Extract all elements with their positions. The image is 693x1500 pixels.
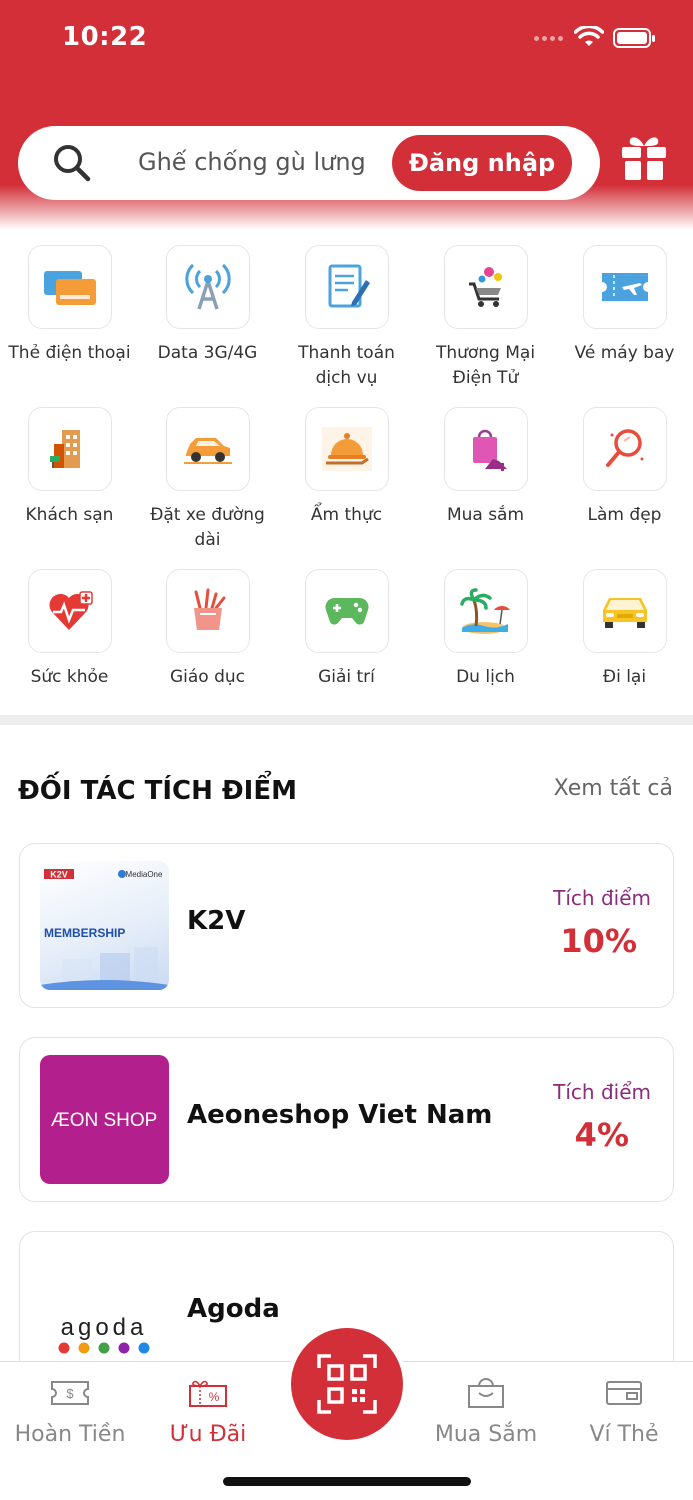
category-data[interactable]: Data 3G/4G (138, 245, 277, 366)
partner-name: Agoda (187, 1294, 280, 1324)
nav-label: Ưu Đãi (169, 1422, 247, 1447)
category-label: Khách sạn (25, 505, 114, 525)
agoda-logo-text: agoda (61, 1314, 148, 1341)
k2v-logo: K2V MediaOne MEMBERSHIP (40, 861, 169, 990)
category-car-booking[interactable]: Đặt xe đường dài (138, 407, 277, 553)
see-all-link[interactable]: Xem tất cả (554, 776, 673, 801)
car-booking-icon (165, 407, 250, 491)
home-indicator (223, 1477, 471, 1486)
signal-icon (534, 36, 566, 44)
nav-label: Mua Sắm (434, 1422, 538, 1447)
category-flight[interactable]: Vé máy bay (555, 245, 693, 366)
gift-icon[interactable] (620, 132, 668, 182)
phone-card-icon (27, 245, 112, 329)
search-bar[interactable]: Ghế chống gù lưng Đăng nhập (18, 126, 600, 200)
agoda-logo: agoda (40, 1249, 169, 1378)
mediaone-logo-text: MediaOne (126, 870, 163, 879)
category-label: Làm đẹp (587, 505, 662, 525)
category-ecommerce[interactable]: Thương Mại Điện Tử (416, 245, 555, 391)
category-bill-payment[interactable]: Thanh toán dịch vụ (277, 245, 416, 391)
shopping-bag-icon (416, 1376, 556, 1410)
beauty-mirror-icon (582, 407, 667, 491)
taxi-icon (582, 569, 667, 653)
gamepad-icon (304, 569, 389, 653)
plane-ticket-icon (582, 245, 667, 329)
category-label: Du lịch (456, 667, 515, 687)
bill-payment-icon (304, 245, 389, 329)
nav-label: Ví Thẻ (589, 1422, 659, 1447)
category-label: Đặt xe đường dài (150, 505, 265, 550)
education-icon (165, 569, 250, 653)
points-value: 10% (560, 922, 637, 960)
beach-icon (443, 569, 528, 653)
category-entertainment[interactable]: Giải trí (277, 569, 416, 690)
partner-card-k2v[interactable]: K2V MediaOne MEMBERSHIP K2V Tích điểm 10… (19, 843, 674, 1008)
category-label: Vé máy bay (574, 343, 675, 363)
partner-name: K2V (187, 906, 246, 936)
points-label: Tích điểm (553, 1080, 651, 1104)
health-heart-icon (27, 569, 112, 653)
category-health[interactable]: Sức khỏe (0, 569, 139, 690)
membership-text: MEMBERSHIP (44, 926, 125, 940)
points-value: 4% (574, 1116, 629, 1154)
status-bar: 10:22 (0, 0, 693, 80)
category-label: Data 3G/4G (157, 343, 258, 363)
shopping-bag-icon (443, 407, 528, 491)
category-label: Giải trí (318, 667, 375, 687)
wifi-icon (574, 26, 604, 46)
category-label: Sức khỏe (30, 667, 109, 687)
wallet-card-icon (554, 1376, 693, 1410)
login-button[interactable]: Đăng nhập (392, 135, 572, 191)
battery-icon (613, 28, 655, 48)
aeonshop-logo: ÆON SHOP (40, 1055, 169, 1184)
points-label: Tích điểm (553, 886, 651, 910)
voucher-icon: % (138, 1376, 278, 1410)
category-label: Mua sắm (446, 505, 525, 525)
category-travel[interactable]: Du lịch (416, 569, 555, 690)
nav-label: Hoàn Tiền (14, 1422, 126, 1447)
qr-scan-button[interactable] (291, 1328, 403, 1440)
partner-card-aeonshop[interactable]: ÆON SHOP Aeoneshop Viet Nam Tích điểm 4% (19, 1037, 674, 1202)
search-icon (54, 145, 91, 182)
section-divider (0, 715, 693, 725)
ecommerce-cart-icon (443, 245, 528, 329)
partner-name: Aeoneshop Viet Nam (187, 1100, 493, 1130)
nav-wallet[interactable]: Ví Thẻ (554, 1376, 693, 1447)
nav-shopping[interactable]: Mua Sắm (416, 1376, 556, 1447)
category-beauty[interactable]: Làm đẹp (555, 407, 693, 528)
category-label: Đi lại (602, 667, 647, 687)
aeonshop-logo-text: ÆON SHOP (51, 1110, 158, 1131)
antenna-icon (165, 245, 250, 329)
category-label: Thẻ điện thoại (8, 343, 131, 363)
category-label: Giáo dục (169, 667, 246, 687)
food-cloche-icon (304, 407, 389, 491)
category-phone-card[interactable]: Thẻ điện thoại (0, 245, 139, 366)
category-education[interactable]: Giáo dục (138, 569, 277, 690)
search-placeholder[interactable]: Ghế chống gù lưng (138, 148, 366, 176)
category-transport[interactable]: Đi lại (555, 569, 693, 690)
category-label: Ẩm thực (310, 505, 383, 525)
category-food[interactable]: Ẩm thực (277, 407, 416, 528)
category-hotel[interactable]: Khách sạn (0, 407, 139, 528)
cashback-icon: $ (0, 1376, 140, 1410)
svg-text:%: % (209, 1390, 220, 1404)
k2v-logo-text: K2V (50, 870, 68, 880)
partners-section-title: ĐỐI TÁC TÍCH ĐIỂM (18, 776, 297, 806)
status-time: 10:22 (62, 22, 148, 52)
header: 10:22 Ghế chống gù lưng Đăng nhập (0, 0, 693, 230)
hotel-icon (27, 407, 112, 491)
category-label: Thương Mại Điện Tử (435, 343, 536, 388)
qr-code-icon (317, 1354, 377, 1414)
category-shopping[interactable]: Mua sắm (416, 407, 555, 528)
nav-offers[interactable]: % Ưu Đãi (138, 1376, 278, 1447)
category-label: Thanh toán dịch vụ (298, 343, 395, 388)
svg-text:$: $ (66, 1386, 74, 1401)
nav-cashback[interactable]: $ Hoàn Tiền (0, 1376, 140, 1447)
